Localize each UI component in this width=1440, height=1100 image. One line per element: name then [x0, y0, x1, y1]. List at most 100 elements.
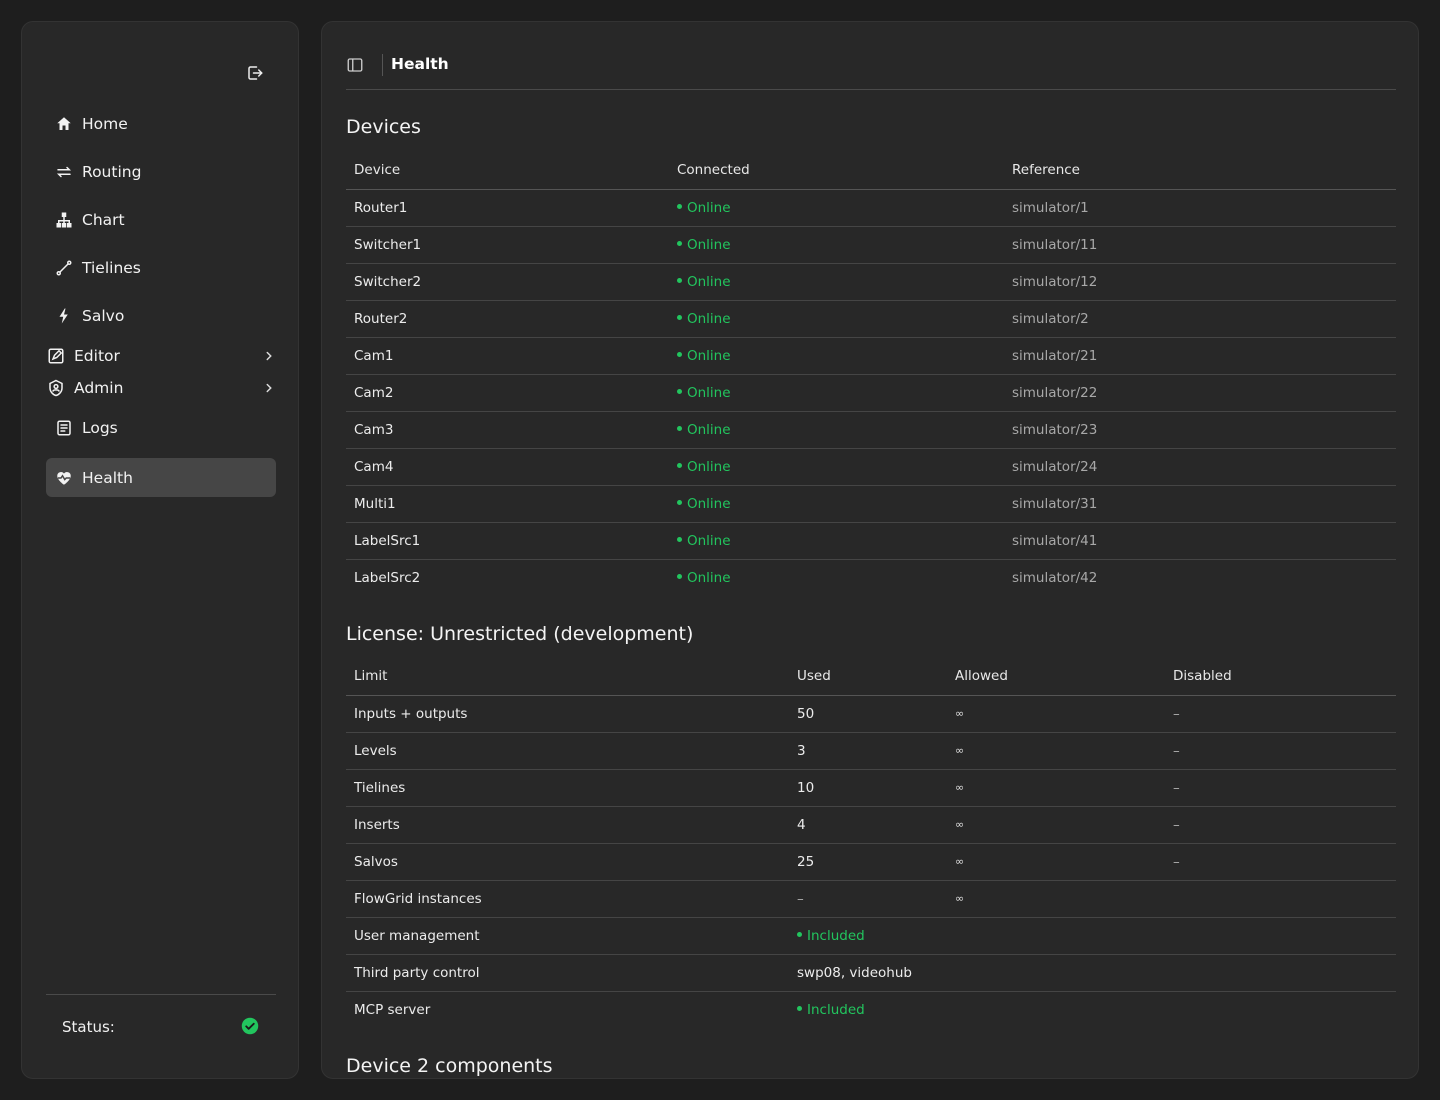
table-row: FlowGrid instances – ∞	[346, 880, 1396, 918]
device-reference: simulator/12	[1004, 263, 1396, 301]
status-label: Status:	[62, 1018, 115, 1036]
device-name: Cam4	[346, 448, 669, 486]
used-value: 25	[789, 843, 947, 881]
sidebar-item-editor[interactable]: Editor	[46, 346, 276, 366]
status-text: Online	[687, 495, 731, 512]
connection-status: Online	[669, 448, 1004, 486]
allowed-value: ∞	[947, 732, 1165, 770]
allowed-value: ∞	[947, 843, 1165, 881]
sidebar-item-home[interactable]: Home	[54, 114, 128, 134]
device-name: Switcher2	[346, 263, 669, 301]
sidebar-item-routing[interactable]: Routing	[54, 162, 141, 182]
sidebar-item-label: Routing	[82, 163, 142, 181]
edit-icon	[46, 346, 66, 366]
chevron-right-icon	[266, 351, 272, 361]
status-text: Online	[687, 532, 731, 549]
connection-status: Online	[669, 522, 1004, 560]
table-row: Levels 3 ∞ –	[346, 732, 1396, 770]
connection-status: Online	[669, 337, 1004, 375]
sidebar-item-chart[interactable]: Chart	[54, 210, 125, 230]
shield-icon	[46, 378, 66, 398]
allowed-value: ∞	[947, 695, 1165, 733]
status-dot	[677, 241, 682, 246]
device-name: Router1	[346, 189, 669, 227]
allowed-value: ∞	[947, 880, 1165, 918]
limit-name: User management	[346, 917, 789, 955]
table-row: Cam3 Online simulator/23	[346, 411, 1396, 449]
disabled-value: –	[1165, 769, 1396, 807]
column-header: Limit	[346, 658, 789, 696]
components-title: Device 2 components	[346, 1055, 553, 1077]
disabled-value	[1165, 880, 1396, 918]
status-text: Online	[687, 569, 731, 586]
status-dot	[677, 500, 682, 505]
device-name: Cam1	[346, 337, 669, 375]
table-row: MCP server Included	[346, 991, 1396, 1028]
disabled-value	[1165, 991, 1396, 1028]
used-value: 4	[789, 806, 947, 844]
table-row: Inputs + outputs 50 ∞ –	[346, 695, 1396, 733]
sidebar-item-admin[interactable]: Admin	[46, 378, 276, 398]
logout-icon[interactable]	[246, 64, 264, 82]
top-bar: Health	[346, 22, 1396, 90]
table-row: Third party control swp08, videohub	[346, 954, 1396, 992]
used-value: 10	[789, 769, 947, 807]
allowed-value: ∞	[947, 806, 1165, 844]
table-row: Cam1 Online simulator/21	[346, 337, 1396, 375]
status-text: Online	[687, 384, 731, 401]
license-title: License: Unrestricted (development)	[346, 623, 694, 645]
sidebar-item-salvo[interactable]: Salvo	[54, 306, 124, 326]
sidebar-item-label: Logs	[82, 419, 118, 437]
limit-name: FlowGrid instances	[346, 880, 789, 918]
device-name: Router2	[346, 300, 669, 338]
used-value: –	[789, 880, 947, 918]
table-row: Router2 Online simulator/2	[346, 300, 1396, 338]
sidebar-item-logs[interactable]: Logs	[54, 418, 118, 438]
table-header-row: Device Connected Reference	[346, 152, 1396, 190]
page-title: Health	[391, 55, 449, 73]
allowed-value: ∞	[947, 769, 1165, 807]
table-row: LabelSrc1 Online simulator/41	[346, 522, 1396, 560]
chevron-right-icon	[266, 383, 272, 393]
used-value: Included	[789, 917, 947, 955]
status-text: Online	[687, 273, 731, 290]
sidebar-item-label: Chart	[82, 211, 125, 229]
device-reference: simulator/22	[1004, 374, 1396, 412]
column-header: Connected	[669, 152, 1004, 190]
status-dot	[677, 426, 682, 431]
table-row: User management Included	[346, 917, 1396, 955]
device-reference: simulator/1	[1004, 189, 1396, 227]
table-row: Router1 Online simulator/1	[346, 189, 1396, 227]
sidebar-item-label: Salvo	[82, 307, 125, 325]
table-row: Tielines 10 ∞ –	[346, 769, 1396, 807]
table-row: Switcher1 Online simulator/11	[346, 226, 1396, 264]
disabled-value: –	[1165, 695, 1396, 733]
status-text: Online	[687, 421, 731, 438]
main-panel: Health Devices Device Connected Referenc…	[321, 21, 1419, 1079]
disabled-value: –	[1165, 806, 1396, 844]
status-text: Online	[687, 458, 731, 475]
table-row: Switcher2 Online simulator/12	[346, 263, 1396, 301]
sidebar-item-tielines[interactable]: Tielines	[54, 258, 141, 278]
hierarchy-icon	[54, 210, 74, 230]
allowed-value	[947, 917, 1165, 955]
link-icon	[54, 258, 74, 278]
sidebar-item-label: Home	[82, 115, 128, 133]
status-text: Online	[687, 199, 731, 216]
lightning-icon	[54, 306, 74, 326]
topbar-separator	[382, 54, 383, 76]
device-reference: simulator/31	[1004, 485, 1396, 523]
status-dot	[677, 315, 682, 320]
sidebar-toggle-icon[interactable]	[346, 56, 364, 74]
arrows-icon	[54, 162, 74, 182]
used-value: Included	[789, 991, 947, 1028]
allowed-value	[947, 991, 1165, 1028]
device-name: Multi1	[346, 485, 669, 523]
column-header: Device	[346, 152, 669, 190]
sidebar-item-health[interactable]: Health	[46, 458, 276, 497]
sidebar-item-label: Health	[82, 468, 133, 487]
status-dot	[677, 389, 682, 394]
connection-status: Online	[669, 189, 1004, 227]
status-dot	[677, 352, 682, 357]
device-name: Switcher1	[346, 226, 669, 264]
